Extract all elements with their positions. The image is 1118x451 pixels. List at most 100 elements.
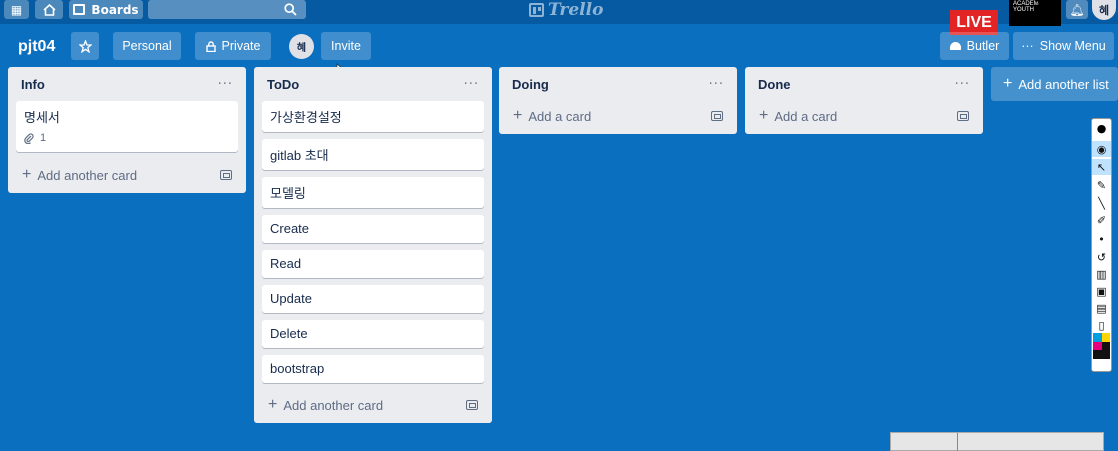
apps-grid-icon: ▦ — [10, 2, 23, 17]
plus-icon: + — [22, 166, 32, 183]
list-title[interactable]: Info — [21, 77, 45, 92]
attachment-count: 1 — [40, 132, 47, 144]
lock-icon — [205, 40, 216, 52]
add-card-label: Add a card — [774, 108, 838, 124]
add-card-button[interactable]: + Add a card — [507, 101, 729, 131]
list-doing[interactable]: Doing ··· + Add a card — [499, 67, 737, 134]
add-card-label: Add another card — [37, 167, 138, 183]
card-title: gitlab 초대 — [270, 148, 329, 163]
card[interactable]: Update — [262, 285, 484, 313]
show-menu-label: Show Menu — [1039, 39, 1106, 53]
academy-logo-text: ACADEMY FOR YOUTH — [1013, 1, 1057, 13]
list-info[interactable]: Info ··· 명세서 1 + Add another card — [8, 67, 246, 193]
user-avatar-initial: 혜 — [1098, 4, 1110, 17]
line-icon[interactable]: ╲ — [1092, 195, 1111, 211]
card-title: 가상환경설정 — [270, 110, 342, 125]
paperclip-icon — [24, 132, 34, 144]
color-swatches[interactable] — [1093, 333, 1110, 359]
list-header[interactable]: Done ··· — [753, 67, 975, 101]
add-list-label: Add another list — [1018, 76, 1109, 92]
trello-logo[interactable]: Trello — [529, 0, 603, 20]
board-title[interactable]: pjt04 — [18, 38, 55, 56]
search-input[interactable] — [148, 0, 306, 19]
card[interactable]: 가상환경설정 — [262, 101, 484, 132]
butler-icon — [949, 42, 961, 50]
add-card-button[interactable]: + Add another card — [16, 160, 238, 190]
card[interactable]: 명세서 1 — [16, 101, 238, 152]
add-card-label: Add another card — [283, 397, 384, 413]
boards-label: Boards — [91, 2, 139, 17]
board-icon[interactable]: ▣ — [1092, 283, 1111, 299]
team-button[interactable]: Personal — [113, 32, 181, 60]
search-icon — [284, 3, 297, 16]
list-header[interactable]: ToDo ··· — [262, 67, 484, 101]
invite-button[interactable]: Invite — [321, 32, 371, 60]
home-icon — [42, 3, 56, 16]
pointer-icon[interactable]: ↖ — [1092, 159, 1111, 175]
list-title[interactable]: Done — [758, 77, 791, 92]
plus-icon: + — [268, 396, 278, 413]
boards-icon — [73, 4, 86, 15]
plus-icon: + — [759, 107, 769, 124]
card-title: bootstrap — [270, 361, 325, 376]
card[interactable]: 모델링 — [262, 177, 484, 208]
board-member-avatar[interactable]: 혜 — [289, 34, 314, 59]
lightbulb-icon[interactable]: ● — [1092, 120, 1111, 136]
invite-label: Invite — [331, 39, 361, 53]
list-todo[interactable]: ToDo ··· 가상환경설정 gitlab 초대 모델링 Create Rea… — [254, 67, 492, 423]
live-label: LIVE — [956, 13, 992, 31]
template-icon[interactable] — [220, 170, 232, 180]
list-header[interactable]: Doing ··· — [507, 67, 729, 101]
add-card-label: Add a card — [528, 108, 592, 124]
camera-icon[interactable]: ▤ — [1092, 300, 1111, 316]
add-card-button[interactable]: + Add another card — [262, 390, 484, 420]
home-button[interactable] — [35, 0, 63, 19]
pen-icon[interactable]: ✎ — [1092, 177, 1111, 193]
user-avatar[interactable]: 혜 — [1092, 0, 1116, 20]
card-title: 모델링 — [270, 186, 306, 201]
team-label: Personal — [122, 39, 172, 53]
list-menu-icon[interactable]: ··· — [955, 77, 970, 92]
list-done[interactable]: Done ··· + Add a card — [745, 67, 983, 134]
list-header[interactable]: Info ··· — [16, 67, 238, 101]
dot-icon[interactable]: • — [1092, 231, 1111, 247]
card[interactable]: gitlab 초대 — [262, 139, 484, 170]
list-menu-icon[interactable]: ··· — [218, 77, 233, 92]
template-icon[interactable] — [957, 111, 969, 121]
card-title: Create — [270, 221, 310, 236]
card[interactable]: Create — [262, 215, 484, 243]
trello-logo-text: Trello — [548, 0, 604, 20]
list-title[interactable]: Doing — [512, 77, 549, 92]
notifications-button[interactable]: 🔔︎ — [1066, 0, 1088, 19]
add-list-button[interactable]: + Add another list — [991, 67, 1118, 101]
template-icon[interactable] — [711, 111, 723, 121]
apps-grid-button[interactable]: ▦ — [4, 0, 29, 19]
trash-icon[interactable]: ▥ — [1092, 266, 1111, 282]
card[interactable]: Delete — [262, 320, 484, 348]
card-title: 명세서 — [24, 110, 60, 125]
ellipsis-icon: ··· — [1021, 39, 1034, 53]
highlighter-icon[interactable]: ✐ — [1092, 212, 1111, 228]
visibility-button[interactable]: Private — [195, 32, 271, 60]
card-title: Read — [270, 256, 302, 271]
eye-icon[interactable]: ◉ — [1092, 141, 1111, 157]
card[interactable]: bootstrap — [262, 355, 484, 383]
attachment-badge: 1 — [24, 132, 230, 144]
show-menu-button[interactable]: ··· Show Menu — [1013, 32, 1114, 60]
card[interactable]: Read — [262, 250, 484, 278]
video-thumbnail — [890, 432, 1104, 451]
card-title: Delete — [270, 326, 308, 341]
add-card-button[interactable]: + Add a card — [753, 101, 975, 131]
star-button[interactable] — [71, 32, 99, 60]
butler-button[interactable]: Butler — [940, 32, 1009, 60]
clipboard-icon[interactable]: ▯ — [1092, 317, 1111, 333]
boards-button[interactable]: Boards — [69, 0, 143, 19]
list-menu-icon[interactable]: ··· — [709, 77, 724, 92]
trello-logo-icon — [529, 3, 544, 17]
list-menu-icon[interactable]: ··· — [464, 77, 479, 92]
template-icon[interactable] — [466, 400, 478, 410]
list-title[interactable]: ToDo — [267, 77, 299, 92]
undo-icon[interactable]: ↺ — [1092, 249, 1111, 265]
plus-icon: + — [1003, 75, 1013, 92]
bell-icon: 🔔︎ — [1069, 2, 1085, 17]
